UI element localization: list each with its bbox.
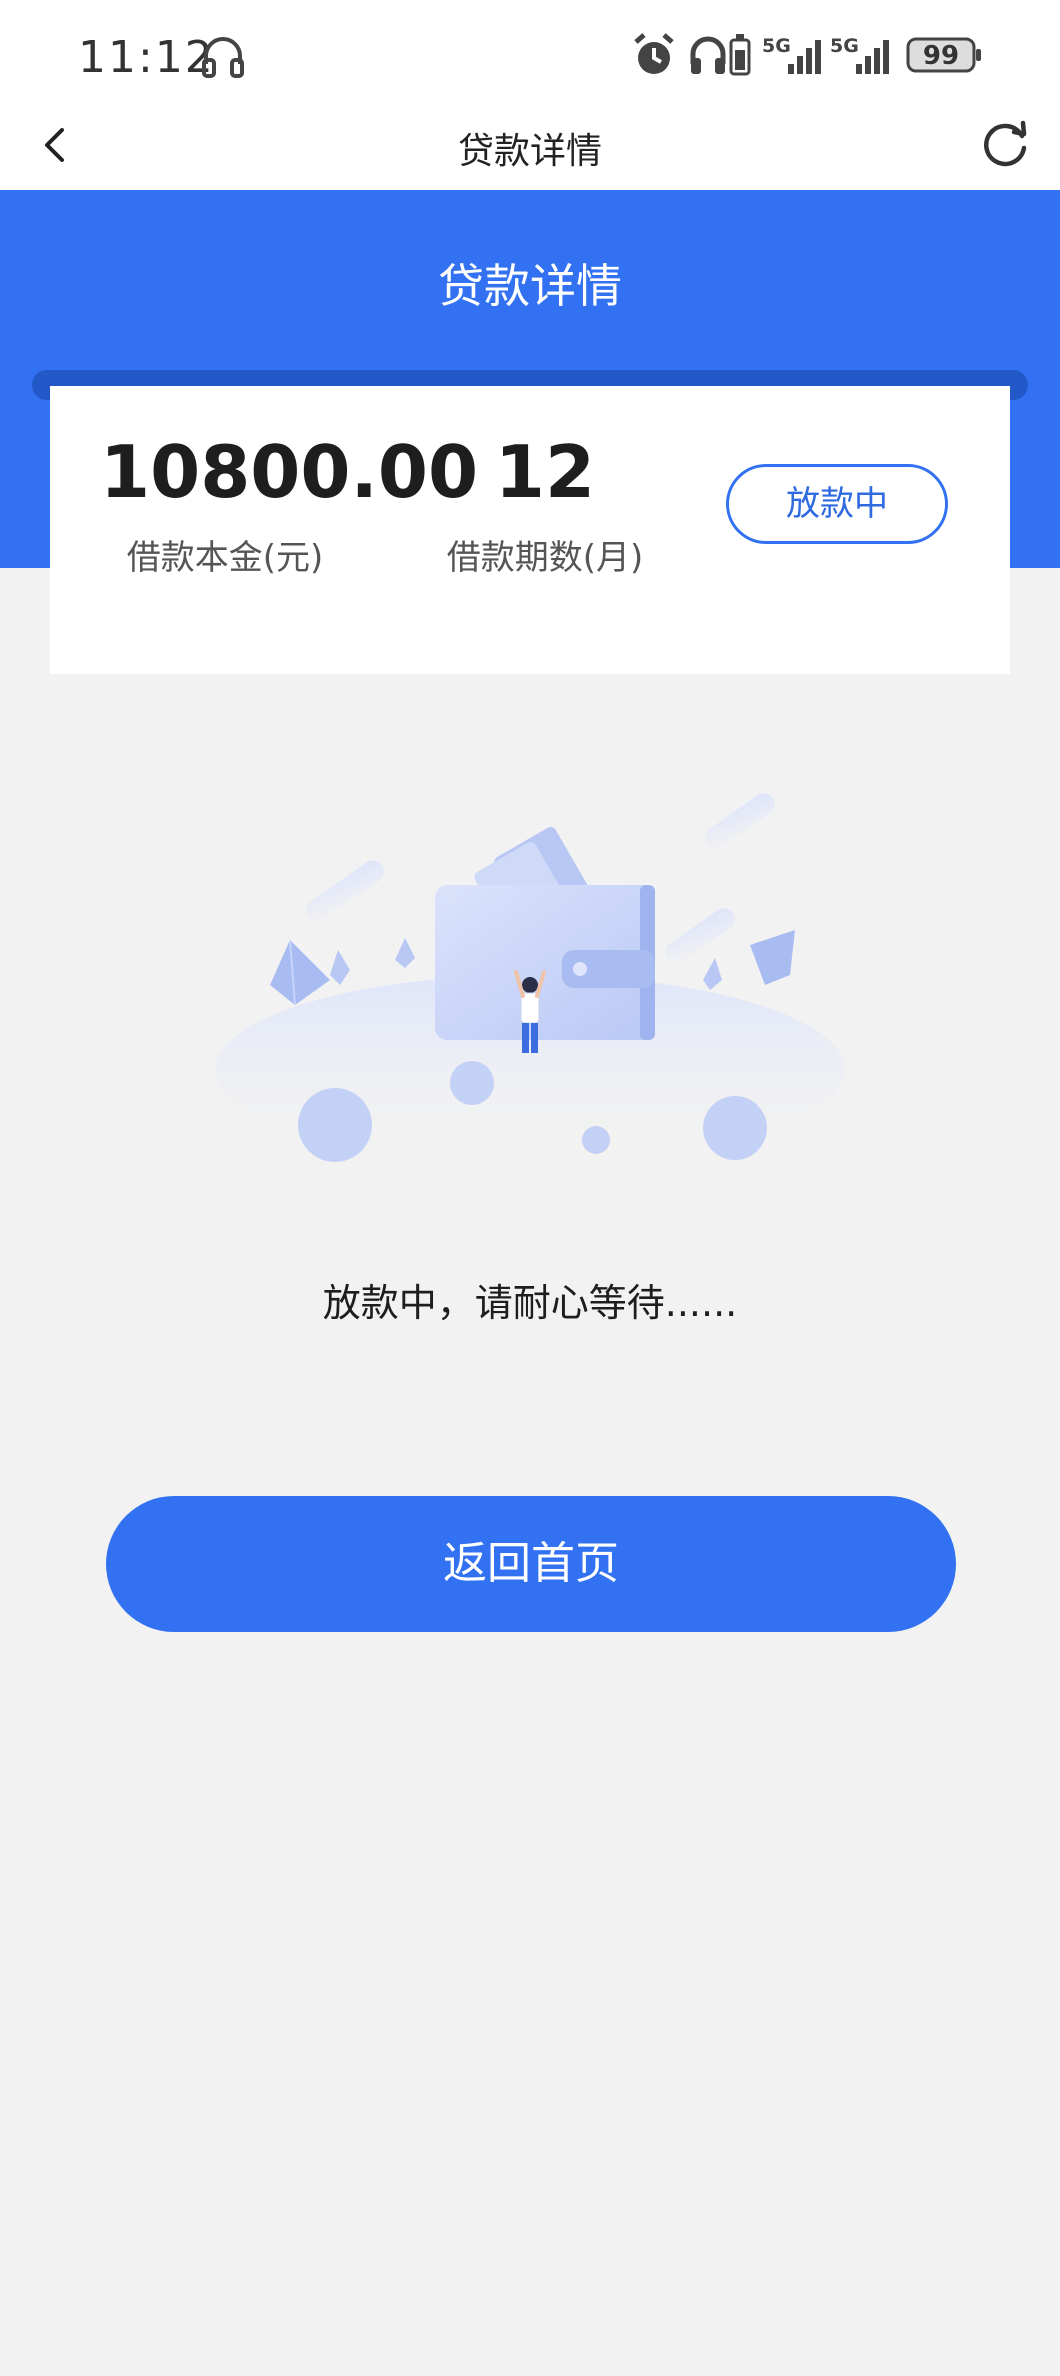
battery-icon: 99 (906, 37, 981, 73)
headphone-icon (202, 37, 244, 78)
svg-text:99: 99 (923, 41, 959, 71)
battery-saver-icon (729, 34, 751, 76)
loan-term-label: 借款期数(月) (446, 538, 644, 578)
status-badge: 放款中 (726, 464, 948, 544)
refresh-icon[interactable] (978, 118, 1032, 172)
loan-amount-value: 10800.00 (100, 430, 479, 514)
back-to-home-button[interactable]: 返回首页 (106, 1496, 956, 1632)
loan-amount-label: 借款本金(元) (126, 538, 324, 578)
alarm-icon (634, 33, 674, 74)
svg-text:5G: 5G (830, 35, 859, 57)
header-title: 贷款详情 (438, 259, 622, 313)
signal-5g-icon: 5G (762, 35, 821, 74)
loan-term-stat: 12 借款期数(月) (420, 436, 670, 579)
loan-term-value: 12 (494, 430, 596, 514)
waiting-message: 放款中，请耐心等待...... (322, 1281, 738, 1325)
card-serrated-edge (50, 652, 1010, 666)
wallet-waiting-illustration (215, 793, 845, 1165)
headset-icon (690, 36, 726, 74)
loan-amount-stat: 10800.00 借款本金(元) (100, 430, 479, 579)
status-time: 11:12 (78, 32, 215, 83)
nav-title: 贷款详情 (457, 131, 602, 172)
signal-5g-icon: 5G (830, 35, 889, 74)
nav-bar: 贷款详情 (0, 100, 1060, 190)
loan-summary-card: 10800.00 借款本金(元) 12 借款期数(月) 放款中 (50, 386, 1010, 674)
svg-text:5G: 5G (762, 35, 791, 57)
